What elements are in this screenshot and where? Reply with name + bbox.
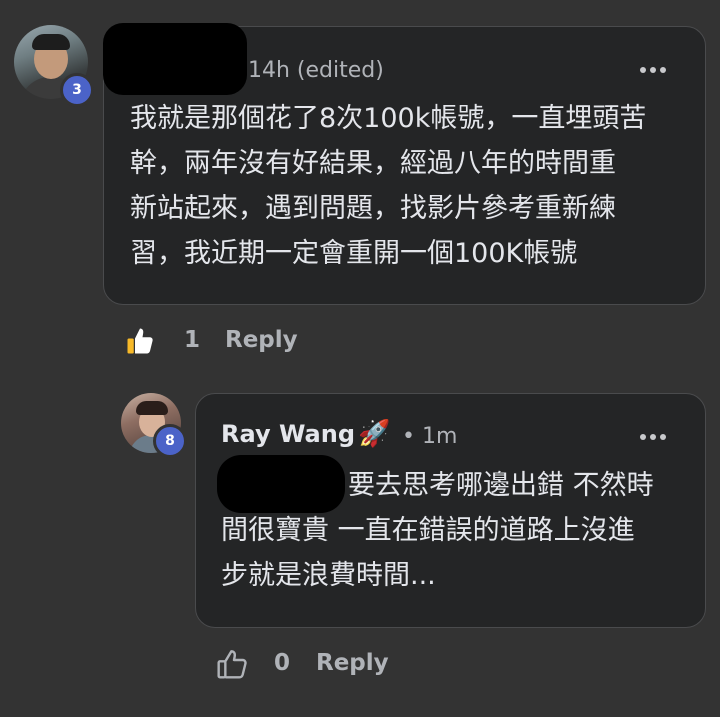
more-options-icon[interactable] bbox=[640, 67, 666, 73]
more-options-icon[interactable] bbox=[640, 434, 666, 440]
reply-button[interactable]: Reply bbox=[225, 327, 298, 353]
reply-author-name[interactable]: Ray Wang bbox=[221, 420, 355, 448]
avatar-hair bbox=[32, 34, 70, 50]
level-badge: 3 bbox=[60, 73, 94, 107]
thumbs-up-outline-icon[interactable] bbox=[216, 648, 248, 680]
avatar-hair bbox=[136, 401, 168, 415]
redacted-mention bbox=[217, 455, 345, 513]
like-count: 0 bbox=[274, 650, 291, 676]
thumbs-up-filled-icon[interactable] bbox=[125, 326, 155, 356]
reply-button[interactable]: Reply bbox=[316, 650, 389, 676]
comment-text: 我就是那個花了8次100k帳號，一直埋頭苦 幹，兩年沒有好結果，經過八年的時間重… bbox=[130, 103, 647, 269]
rocket-icon: 🚀 bbox=[358, 419, 391, 449]
like-count: 1 bbox=[184, 327, 201, 353]
comment-time: 14h (edited) bbox=[248, 58, 384, 83]
reply-time: • 1m bbox=[402, 424, 458, 449]
redacted-author-name bbox=[103, 23, 247, 95]
level-badge: 8 bbox=[153, 424, 187, 458]
